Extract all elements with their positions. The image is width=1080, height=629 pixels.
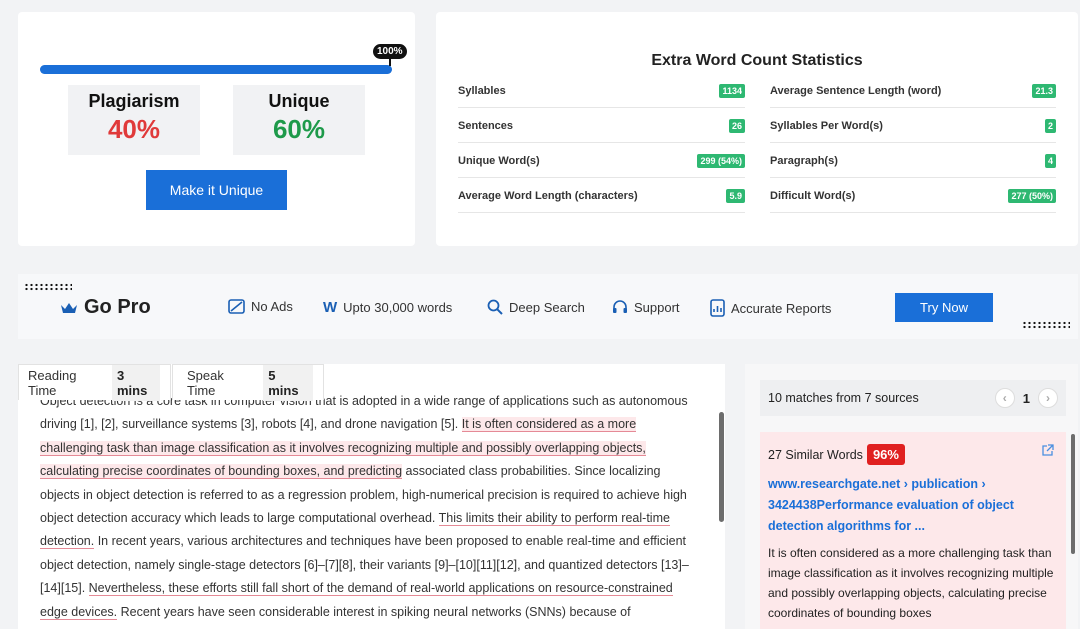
feature-label: Deep Search [509,299,585,315]
try-now-button[interactable]: Try Now [895,293,993,322]
scan-progress-fill [40,65,392,74]
reading-time-label: Reading Time [28,367,77,398]
feature-deep-search: Deep Search [487,299,585,315]
crown-icon [61,302,77,313]
source-link[interactable]: www.researchgate.net › publication › 342… [768,474,1058,537]
go-pro-label: Go Pro [84,296,151,318]
stat-label: Syllables [458,84,506,97]
plagiarism-label: Plagiarism [88,91,180,111]
matches-header: 10 matches from 7 sources ‹ 1 › [760,380,1066,416]
stat-label: Unique Word(s) [458,154,540,167]
stat-value-badge: 5.9 [726,188,745,203]
go-pro-title: Go Pro [60,296,151,319]
feature-support: Support [612,299,680,315]
feature-label: Accurate Reports [731,300,832,316]
stat-label: Paragraph(s) [770,154,838,167]
stat-value-badge: 1134 [719,83,745,98]
report-icon [710,299,725,317]
stat-value-badge: 2 [1044,118,1056,133]
headset-icon [613,300,627,313]
unique-label: Unique [268,91,330,111]
progress-percent-label: 100% [373,44,407,66]
stat-row: Average Word Length (characters) 5.9 [458,179,745,213]
document-text[interactable]: Object detection is a core task in compu… [40,390,695,629]
feature-label: No Ads [251,299,293,314]
stat-value-badge: 299 (54%) [697,153,745,168]
feature-words: W Upto 30,000 words [323,299,452,316]
match-excerpt: It is often considered as a more challen… [768,546,1054,620]
matches-panel: 10 matches from 7 sources ‹ 1 › 27 Simil… [745,364,1078,629]
words-icon: W [323,299,338,316]
matches-summary: 10 matches from 7 sources [768,391,919,405]
stat-value-badge: 4 [1044,153,1056,168]
stat-value-badge: 26 [728,118,745,133]
speak-time-value: 5 mins [263,364,313,401]
stat-label: Average Word Length (characters) [458,189,638,202]
feature-label: Support [634,299,680,315]
tab-speak-time: Speak Time 5 mins [172,364,324,401]
text-segment: Recent years have seen considerable inte… [117,604,631,619]
similar-words-count: 27 Similar Words [768,447,863,462]
word-count-stats-card: Extra Word Count Statistics Syllables 11… [436,12,1078,246]
tab-reading-time: Reading Time 3 mins [18,364,171,401]
stat-row: Sentences 26 [458,109,745,143]
match-card[interactable]: 27 Similar Words 96% www.researchgate.ne… [760,432,1066,629]
matches-pager: ‹ 1 › [994,388,1058,408]
stat-row: Unique Word(s) 299 (54%) [458,144,745,178]
decorative-dots [24,283,72,291]
decorative-dots [1022,321,1070,329]
reading-time-value: 3 mins [112,364,160,401]
feature-accurate-reports: Accurate Reports [710,299,831,317]
matches-scrollbar[interactable] [1071,434,1075,554]
plagiarism-card: 100% Plagiarism 40% Unique 60% Make it U… [18,12,415,246]
prev-page-button[interactable]: ‹ [994,388,1015,408]
next-page-button[interactable]: › [1038,388,1058,408]
unique-score-box: Unique 60% [233,85,365,155]
go-pro-banner: Go Pro No Ads W Upto 30,000 words Deep S… [18,274,1078,339]
document-scrollbar[interactable] [719,412,724,522]
scan-progress-bar [40,65,392,74]
stat-value-badge: 21.3 [1032,83,1056,98]
speak-time-label: Speak Time [187,367,224,398]
stat-value-badge: 277 (50%) [1008,188,1056,203]
stat-label: Sentences [458,119,514,132]
stat-row: Average Sentence Length (word) 21.3 [770,74,1056,108]
external-link-icon[interactable] [1041,444,1054,457]
stat-row: Syllables Per Word(s) 2 [770,109,1056,143]
feature-label: Upto 30,000 words [343,300,453,315]
make-it-unique-button[interactable]: Make it Unique [146,170,287,210]
unique-value: 60% [272,114,326,144]
no-ads-icon [228,299,245,314]
stat-label: Syllables Per Word(s) [770,119,883,132]
stat-label: Difficult Word(s) [770,189,856,202]
stat-label: Average Sentence Length (word) [770,84,942,97]
stat-row: Syllables 1134 [458,74,745,108]
match-header: 27 Similar Words 96% [768,444,1058,465]
stat-row: Difficult Word(s) 277 (50%) [770,179,1056,213]
match-percent-badge: 96% [866,444,905,465]
document-panel: Object detection is a core task in compu… [18,364,725,629]
stat-row: Paragraph(s) 4 [770,144,1056,178]
plagiarism-value: 40% [107,114,161,144]
page-number: 1 [1022,390,1030,406]
plagiarism-score-box: Plagiarism 40% [68,85,200,155]
stats-title: Extra Word Count Statistics [651,52,863,69]
search-icon [487,299,503,315]
feature-no-ads: No Ads [228,299,293,314]
